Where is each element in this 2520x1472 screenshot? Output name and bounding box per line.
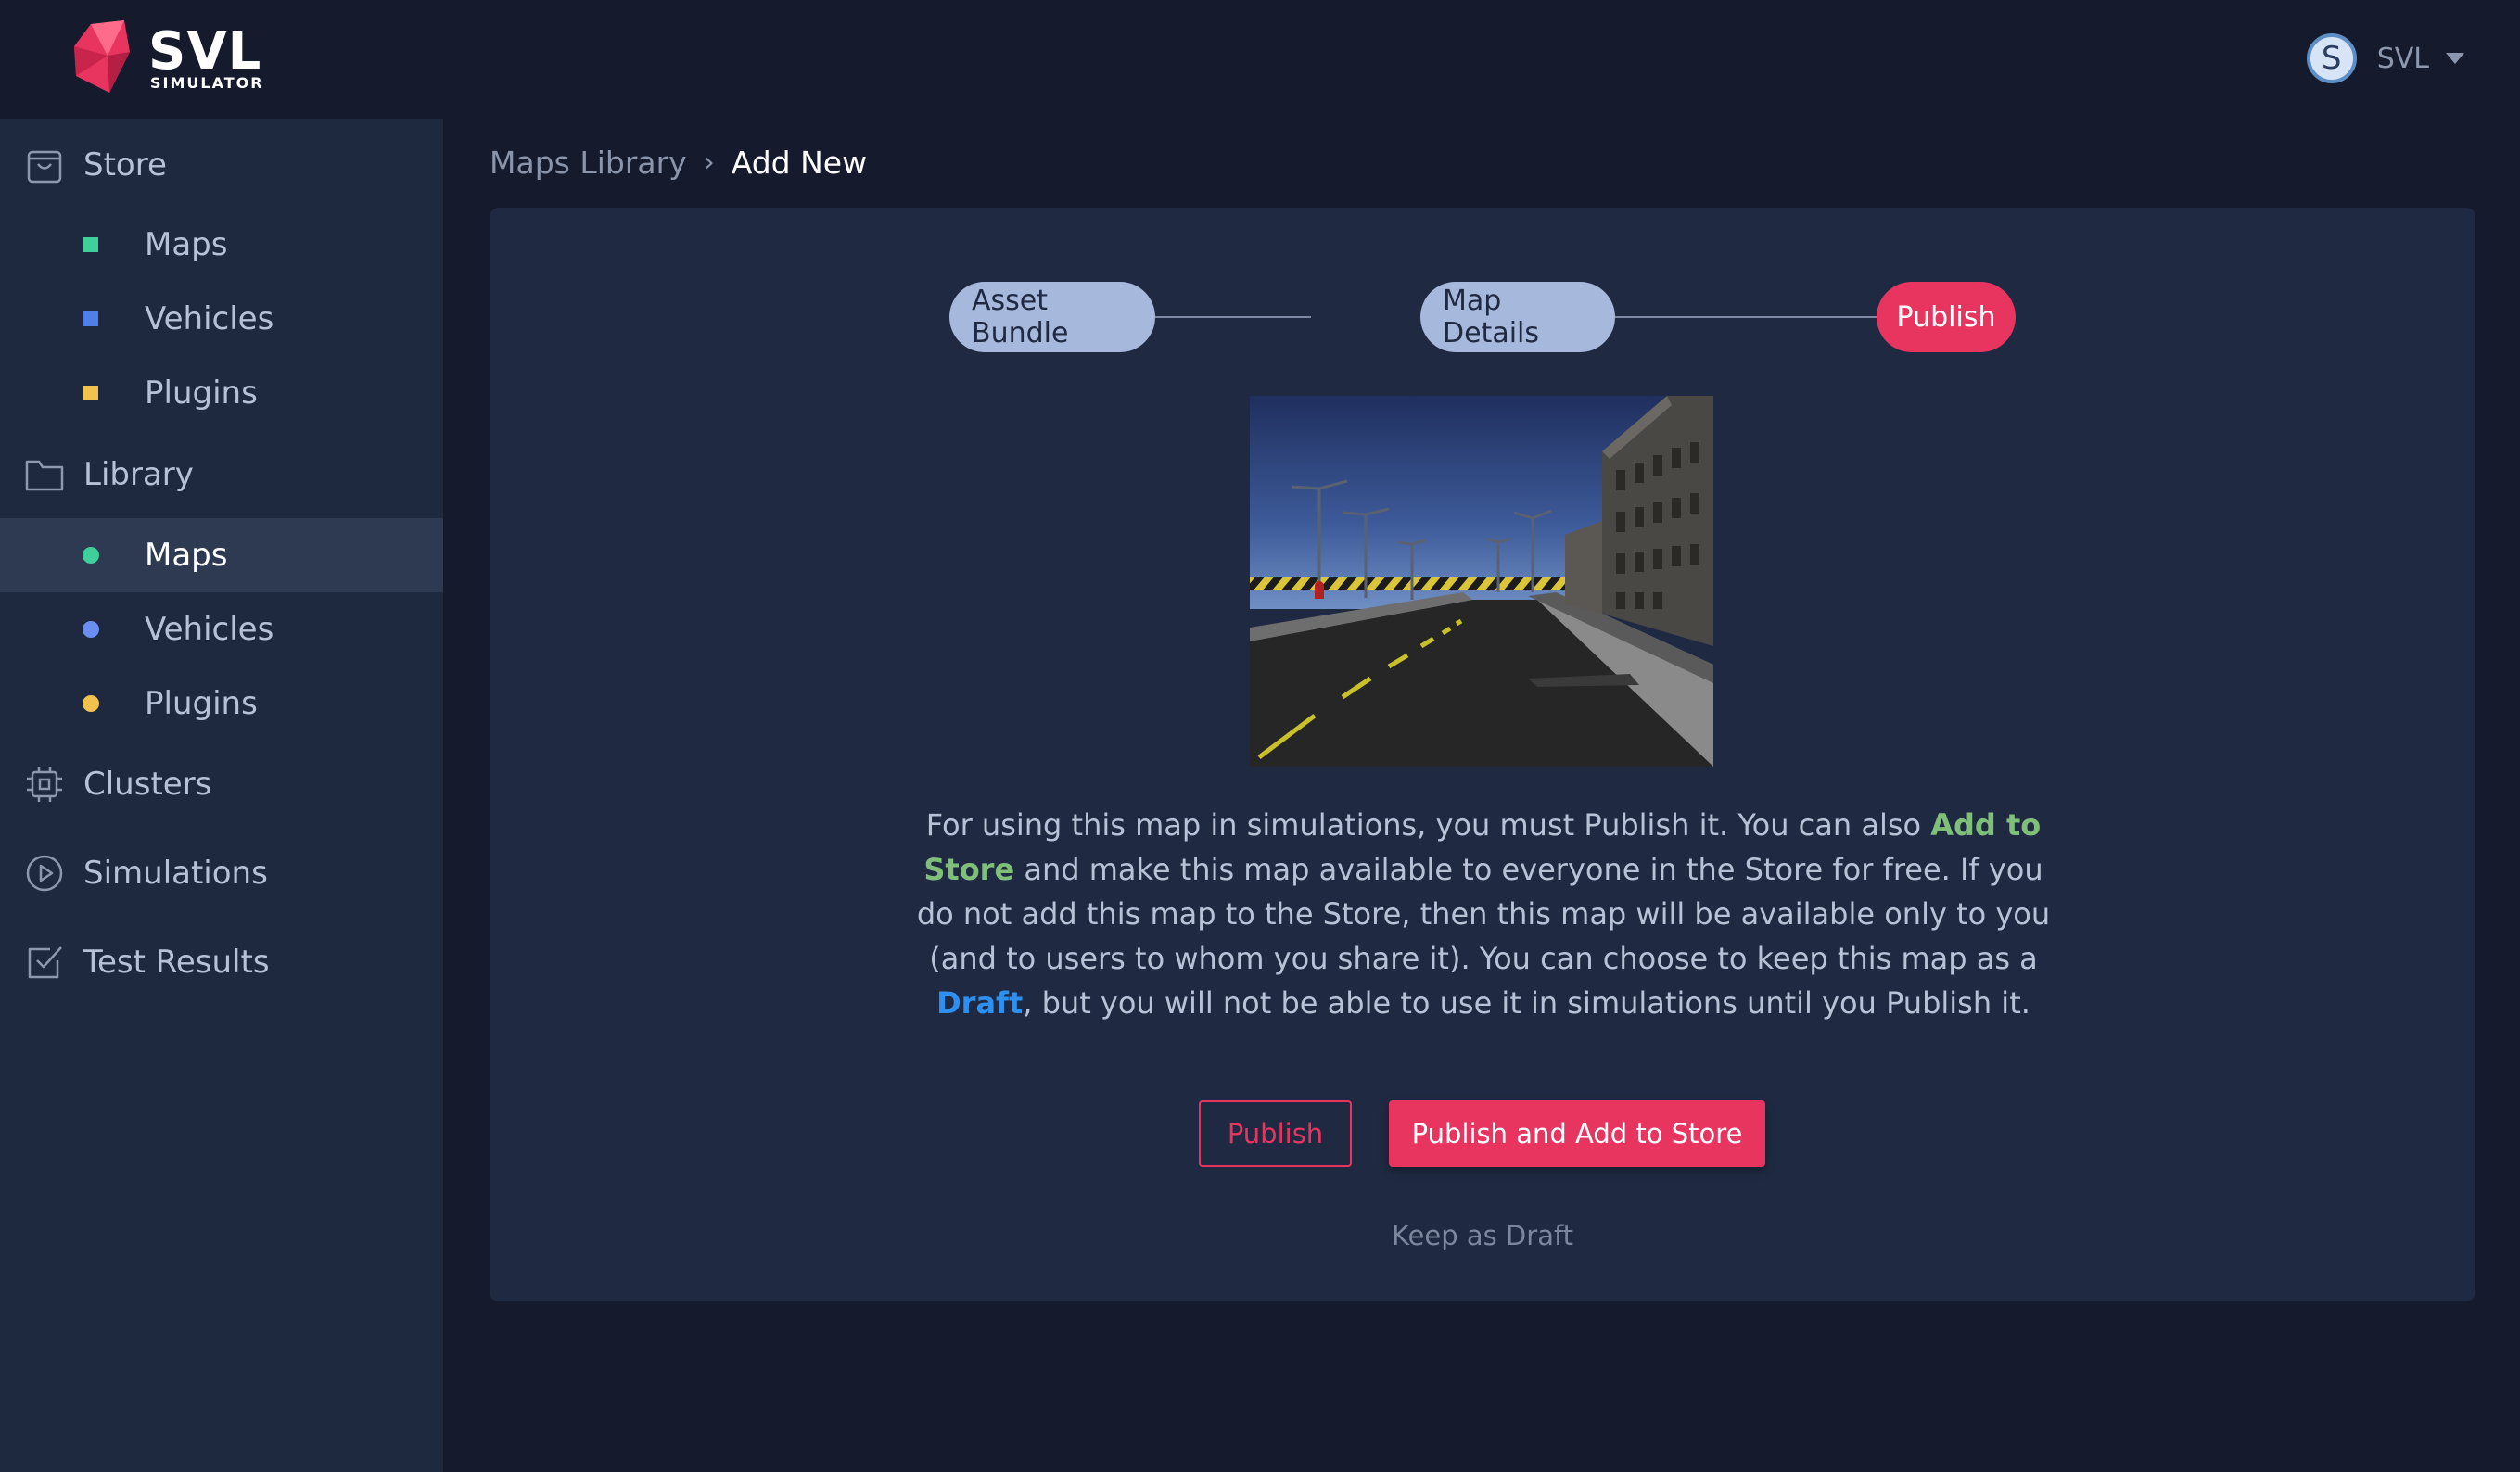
breadcrumb-separator: › <box>703 146 715 179</box>
play-circle-icon <box>26 855 63 892</box>
logo-mark-icon <box>74 20 130 93</box>
map-preview-scene <box>1250 396 1713 767</box>
sidebar-item-label: Clusters <box>83 766 212 803</box>
sidebar-section-label: Library <box>83 456 194 493</box>
breadcrumb: Maps Library › Add New <box>490 145 867 181</box>
stepper-connector <box>1153 316 1311 318</box>
sidebar-item-library-vehicles[interactable]: Vehicles <box>0 592 443 666</box>
breadcrumb-current: Add New <box>731 145 868 181</box>
step-map-details[interactable]: Map Details <box>1420 282 1615 352</box>
shopping-bag-icon <box>27 150 62 184</box>
draft-highlight: Draft <box>936 985 1024 1021</box>
checkbox-icon <box>28 946 62 979</box>
sidebar-item-label: Maps <box>145 226 228 263</box>
breadcrumb-maps-library-link[interactable]: Maps Library <box>490 145 687 181</box>
user-name[interactable]: SVL <box>2377 43 2429 75</box>
sidebar-item-label: Plugins <box>145 374 258 412</box>
plugins-square-icon <box>83 386 98 400</box>
vehicles-square-icon <box>83 311 98 326</box>
publish-button[interactable]: Publish <box>1199 1100 1352 1167</box>
folder-icon <box>25 460 64 491</box>
sidebar-item-test-results[interactable]: Test Results <box>0 925 443 999</box>
user-menu[interactable]: S SVL <box>2306 32 2464 85</box>
vehicles-dot-icon <box>83 621 99 638</box>
plugins-dot-icon <box>83 695 99 712</box>
publish-and-add-to-store-button[interactable]: Publish and Add to Store <box>1389 1100 1765 1167</box>
sidebar-item-label: Test Results <box>83 944 270 981</box>
maps-square-icon <box>83 237 98 252</box>
sidebar-item-store-plugins[interactable]: Plugins <box>0 356 443 430</box>
chip-icon <box>27 767 62 802</box>
maps-dot-icon <box>83 547 99 564</box>
map-preview-image <box>1250 396 1713 767</box>
sidebar-item-label: Plugins <box>145 685 258 722</box>
keep-as-draft-link: Keep as Draft <box>490 1220 2475 1251</box>
sidebar-item-label: Vehicles <box>145 611 274 648</box>
sidebar-item-label: Simulations <box>83 855 268 892</box>
step-asset-bundle[interactable]: Asset Bundle <box>949 282 1155 352</box>
top-bar: SVL SIMULATOR S SVL <box>0 0 2520 119</box>
sidebar-section-store[interactable]: Store <box>0 128 443 202</box>
sidebar-item-store-vehicles[interactable]: Vehicles <box>0 282 443 356</box>
sidebar-item-simulations[interactable]: Simulations <box>0 836 443 910</box>
sidebar-section-label: Store <box>83 146 167 184</box>
sidebar-item-library-plugins[interactable]: Plugins <box>0 666 443 741</box>
sidebar-item-store-maps[interactable]: Maps <box>0 208 443 282</box>
keep-as-draft-text[interactable]: Keep as Draft <box>1392 1220 1573 1251</box>
sidebar-item-clusters[interactable]: Clusters <box>0 747 443 821</box>
info-text-part: For using this map in simulations, you m… <box>925 807 1931 843</box>
publish-info-text: For using this map in simulations, you m… <box>916 803 2051 1025</box>
logo-subtitle: SIMULATOR <box>150 74 264 92</box>
avatar[interactable]: S <box>2306 33 2357 83</box>
sidebar-item-label: Maps <box>145 537 228 574</box>
stepper-connector <box>1613 316 1882 318</box>
publish-card: Asset Bundle Map Details Publish For usi… <box>490 208 2475 1301</box>
logo-wordmark: SVL <box>148 21 262 82</box>
info-text-part: , but you will not be able to use it in … <box>1023 985 2030 1021</box>
svl-logo[interactable]: SVL SIMULATOR <box>70 19 265 102</box>
chevron-down-icon[interactable] <box>2446 53 2464 64</box>
sidebar-item-label: Vehicles <box>145 300 274 337</box>
step-publish[interactable]: Publish <box>1877 282 2016 352</box>
sidebar-item-library-maps[interactable]: Maps <box>0 518 443 592</box>
info-text-part: and make this map available to everyone … <box>916 852 2051 976</box>
sidebar: Store Maps Vehicles Plugins Library Maps… <box>0 119 443 1472</box>
sidebar-section-library[interactable]: Library <box>0 438 443 512</box>
